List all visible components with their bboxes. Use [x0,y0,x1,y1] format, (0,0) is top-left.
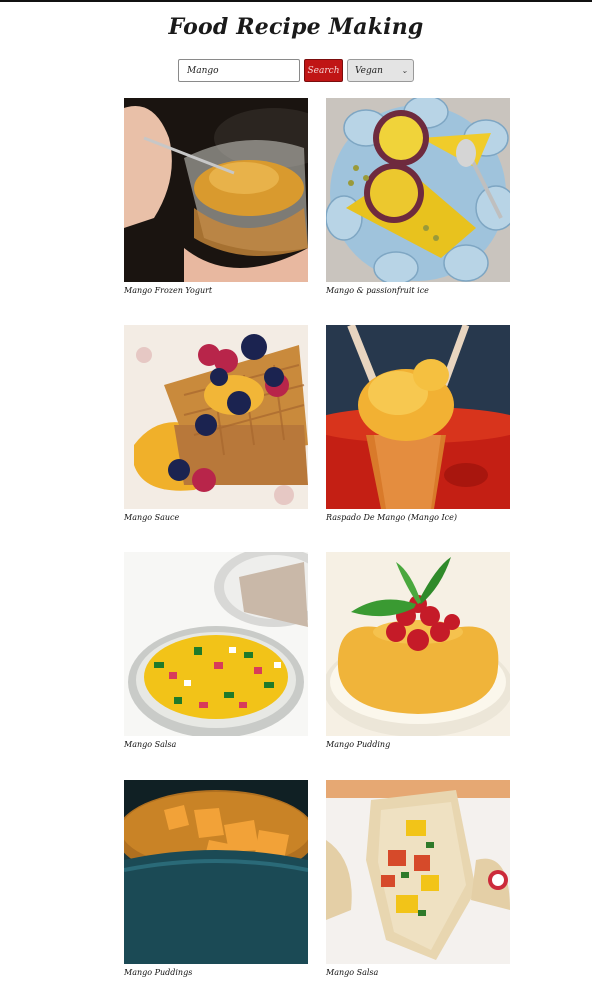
recipe-title[interactable]: Mango Sauce [124,513,308,522]
recipe-image-mango-pudding[interactable] [326,552,510,736]
diet-select[interactable]: Vegan ⌄ [347,59,414,82]
recipe-image-raspado-de-mango[interactable] [326,325,510,509]
chevron-down-icon: ⌄ [401,66,408,75]
recipe-image-mango-puddings[interactable] [124,780,308,964]
recipe-card[interactable]: Mango & passionfruit ice [326,98,510,295]
search-button[interactable]: Search [304,59,343,82]
recipe-title[interactable]: Mango Puddings [124,968,308,977]
recipe-title[interactable]: Mango Salsa [326,968,510,977]
recipe-card[interactable]: Mango Salsa [326,780,510,977]
recipe-card[interactable]: Mango Sauce [124,325,308,522]
recipe-card[interactable]: Mango Frozen Yogurt [124,98,308,295]
recipe-title[interactable]: Mango Pudding [326,740,510,749]
top-border [0,0,592,2]
recipe-image-mango-frozen-yogurt[interactable] [124,98,308,282]
diet-select-value: Vegan [355,65,383,76]
recipe-image-mango-passionfruit-ice[interactable] [326,98,510,282]
page-title: Food Recipe Making [168,14,424,40]
recipe-card[interactable]: Mango Pudding [326,552,510,749]
recipe-image-mango-salsa[interactable] [124,552,308,736]
recipe-title[interactable]: Mango Salsa [124,740,308,749]
search-bar: Search Vegan ⌄ [178,59,414,82]
search-input[interactable] [178,59,300,82]
recipe-title[interactable]: Mango Frozen Yogurt [124,286,308,295]
recipe-image-mango-sauce[interactable] [124,325,308,509]
recipe-title[interactable]: Raspado De Mango (Mango Ice) [326,513,510,522]
recipe-card[interactable]: Raspado De Mango (Mango Ice) [326,325,510,522]
recipe-card[interactable]: Mango Salsa [124,552,308,749]
recipe-title[interactable]: Mango & passionfruit ice [326,286,510,295]
recipe-card[interactable]: Mango Puddings [124,780,308,977]
recipe-image-mango-salsa-2[interactable] [326,780,510,964]
